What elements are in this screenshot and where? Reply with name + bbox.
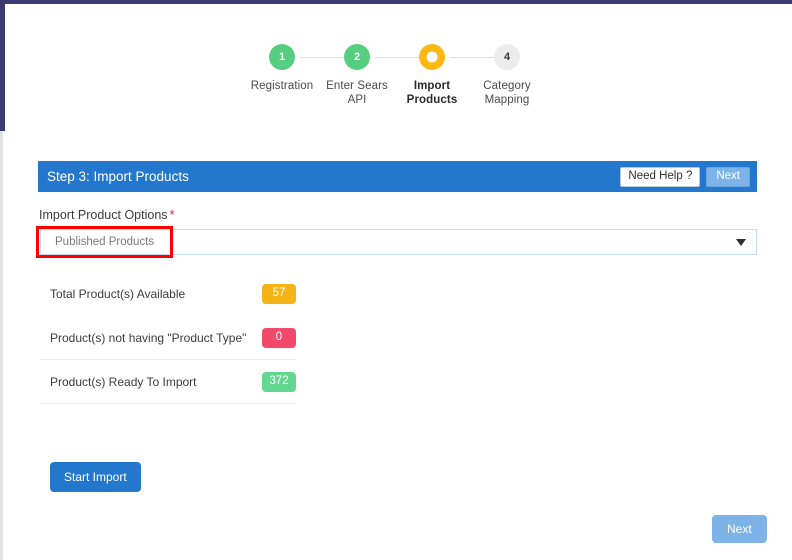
- import-product-options-select[interactable]: Published Products: [40, 229, 757, 255]
- chevron-down-icon: [736, 238, 746, 246]
- status-badge-missing-product-type: 0: [262, 327, 296, 348]
- onboarding-stepper: 1 Registration 2 Enter Sears API 3 Impor…: [240, 44, 552, 114]
- need-help-button[interactable]: Need Help ?: [620, 166, 701, 187]
- panel-header: Step 3: Import Products Need Help ? Next: [38, 161, 757, 192]
- stat-label-missing-product-type: Product(s) not having "Product Type": [50, 330, 247, 345]
- select-selected-value: Published Products: [55, 236, 155, 248]
- status-badge-ready-to-import: 372: [262, 371, 296, 392]
- table-row: Product(s) Ready To Import 372: [40, 360, 296, 404]
- step-number-badge-1: 1: [269, 44, 295, 70]
- step-number-badge-3: 3: [419, 44, 445, 70]
- import-product-options-label: Import Product Options *: [39, 207, 175, 222]
- step-label-import-products: Import Products: [406, 80, 458, 106]
- step-label-enter-sears-api: Enter Sears API: [326, 80, 388, 106]
- stat-label-total-available: Total Product(s) Available: [50, 287, 186, 301]
- product-stats-list: Total Product(s) Available 57 Product(s)…: [40, 272, 296, 404]
- step-number-badge-4: 4: [494, 44, 520, 70]
- table-row: Product(s) not having "Product Type" 0: [40, 316, 296, 360]
- step-item-registration[interactable]: 1 Registration: [243, 44, 321, 93]
- step-number-badge-2: 2: [344, 44, 370, 70]
- required-asterisk: *: [169, 207, 175, 222]
- step-label-registration: Registration: [250, 80, 314, 92]
- content-left-rule: [0, 131, 3, 560]
- step-item-enter-sears-api[interactable]: 2 Enter Sears API: [318, 44, 396, 107]
- step-item-import-products[interactable]: 3 Import Products: [393, 44, 471, 107]
- header-next-button[interactable]: Next: [706, 166, 750, 187]
- footer-next-button[interactable]: Next: [712, 515, 767, 543]
- status-badge-total-available: 57: [262, 284, 296, 304]
- panel-title: Step 3: Import Products: [47, 169, 189, 184]
- step-item-category-mapping[interactable]: 4 Category Mapping: [468, 44, 546, 107]
- field-label-text: Import Product Options: [39, 208, 168, 222]
- stat-label-ready-to-import: Product(s) Ready To Import: [50, 374, 197, 389]
- start-import-button[interactable]: Start Import: [50, 462, 141, 492]
- table-row: Total Product(s) Available 57: [40, 272, 296, 316]
- step-label-category-mapping: Category Mapping: [483, 80, 531, 106]
